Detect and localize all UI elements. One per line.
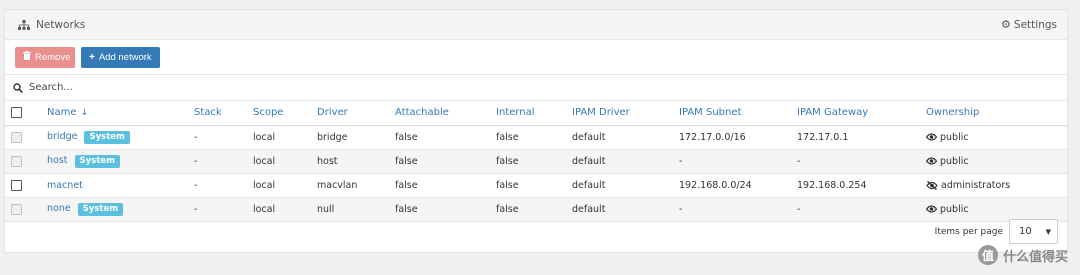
cell-ipam-gateway: 192.168.0.254 [797, 173, 926, 198]
panel-title: Networks [18, 19, 85, 31]
search-input[interactable] [29, 82, 429, 93]
system-badge: System [74, 154, 120, 168]
items-per-page-select[interactable]: 10 ▼ [1009, 219, 1058, 244]
column-ownership[interactable]: Ownership [926, 101, 1067, 126]
cell-scope: local [253, 197, 317, 222]
eye-icon [926, 157, 937, 165]
networks-panel: Networks ⚙ Settings Remove + Add network [4, 9, 1068, 253]
cell-ipam-subnet: 192.168.0.0/24 [679, 173, 797, 198]
cell-ipam-driver: default [572, 197, 679, 222]
column-attachable[interactable]: Attachable [395, 101, 496, 126]
system-badge: System [84, 130, 130, 144]
networks-table: Name ↓ Stack Scope Driver Attachable Int… [5, 101, 1067, 222]
cell-ipam-gateway: 172.17.0.1 [797, 125, 926, 150]
row-checkbox [11, 203, 22, 215]
column-name[interactable]: Name ↓ [47, 101, 194, 126]
remove-button[interactable]: Remove [15, 46, 75, 68]
cell-ownership: public [926, 197, 1067, 222]
cell-scope: local [253, 173, 317, 198]
cell-stack: - [194, 173, 253, 198]
table-row: macnet - local macvlan false false defau… [5, 173, 1067, 198]
plus-icon: + [89, 51, 95, 63]
column-internal[interactable]: Internal [496, 101, 572, 126]
watermark: 值 什么值得买 [977, 245, 1068, 265]
cell-ipam-subnet: - [679, 149, 797, 174]
row-checkbox [11, 155, 22, 167]
chevron-down-icon: ▼ [1045, 227, 1051, 236]
cell-driver: bridge [317, 125, 395, 150]
items-per-page-value: 10 [1019, 226, 1032, 237]
cell-internal: false [496, 125, 572, 150]
sort-alpha-icon: ↓ [80, 108, 89, 119]
pagination-footer: Items per page 10 ▼ [935, 219, 1058, 244]
table-row: host System - local host false false defa… [5, 149, 1067, 174]
eye-slash-icon [926, 180, 938, 190]
cell-ipam-subnet: - [679, 197, 797, 222]
column-scope[interactable]: Scope [253, 101, 317, 126]
add-network-label: Add network [98, 51, 152, 63]
ownership-label: public [940, 131, 969, 143]
cell-attachable: false [395, 173, 496, 198]
search-icon [13, 82, 23, 93]
settings-button[interactable]: ⚙ Settings [1001, 18, 1057, 31]
table-row: none System - local null false false defa… [5, 197, 1067, 222]
column-ipam-subnet[interactable]: IPAM Subnet [679, 101, 797, 126]
cell-driver: null [317, 197, 395, 222]
network-name-link[interactable]: none [47, 203, 71, 214]
search-bar [5, 75, 1067, 101]
cell-driver: host [317, 149, 395, 174]
gear-icon: ⚙ [1001, 18, 1011, 31]
ownership-label: administrators [941, 179, 1011, 191]
add-network-button[interactable]: + Add network [81, 46, 160, 68]
ownership-label: public [940, 155, 969, 167]
cell-ownership: public [926, 149, 1067, 174]
trash-icon [23, 51, 31, 63]
network-name-link[interactable]: host [47, 155, 68, 166]
eye-icon [926, 205, 937, 213]
column-stack[interactable]: Stack [194, 101, 253, 126]
eye-icon [926, 133, 937, 141]
items-per-page-label: Items per page [934, 226, 1003, 237]
column-ipam-gateway[interactable]: IPAM Gateway [797, 101, 926, 126]
row-checkbox[interactable] [11, 179, 22, 191]
watermark-logo: 值 [977, 245, 998, 265]
cell-scope: local [253, 125, 317, 150]
column-driver[interactable]: Driver [317, 101, 395, 126]
cell-stack: - [194, 125, 253, 150]
ownership-label: public [940, 203, 969, 215]
table-row: bridge System - local bridge false false … [5, 125, 1067, 150]
select-all-checkbox[interactable] [11, 107, 22, 118]
cell-internal: false [496, 149, 572, 174]
cell-ownership: administrators [926, 173, 1067, 198]
row-checkbox [11, 131, 22, 143]
remove-label: Remove [35, 51, 71, 63]
cell-ipam-gateway: - [797, 197, 926, 222]
system-badge: System [77, 202, 124, 216]
cell-ownership: public [926, 125, 1067, 150]
cell-ipam-gateway: - [797, 149, 926, 174]
cell-attachable: false [395, 125, 496, 150]
cell-driver: macvlan [317, 173, 395, 198]
cell-attachable: false [395, 149, 496, 174]
cell-ipam-subnet: 172.17.0.0/16 [679, 125, 797, 150]
cell-scope: local [253, 149, 317, 174]
action-bar: Remove + Add network [5, 40, 1067, 75]
panel-header: Networks ⚙ Settings [5, 10, 1067, 40]
settings-label: Settings [1013, 18, 1057, 31]
cell-ipam-driver: default [572, 125, 679, 150]
watermark-text: 什么值得买 [1002, 249, 1068, 265]
cell-stack: - [194, 197, 253, 222]
sitemap-icon [18, 19, 30, 30]
cell-ipam-driver: default [572, 149, 679, 174]
network-name-link[interactable]: macnet [47, 180, 83, 191]
table-header-row: Name ↓ Stack Scope Driver Attachable Int… [5, 101, 1067, 126]
panel-title-text: Networks [36, 18, 86, 31]
cell-ipam-driver: default [572, 173, 679, 198]
network-name-link[interactable]: bridge [47, 131, 77, 142]
cell-internal: false [496, 197, 572, 222]
cell-attachable: false [395, 197, 496, 222]
cell-internal: false [496, 173, 572, 198]
cell-stack: - [194, 149, 253, 174]
column-ipam-driver[interactable]: IPAM Driver [572, 101, 679, 126]
